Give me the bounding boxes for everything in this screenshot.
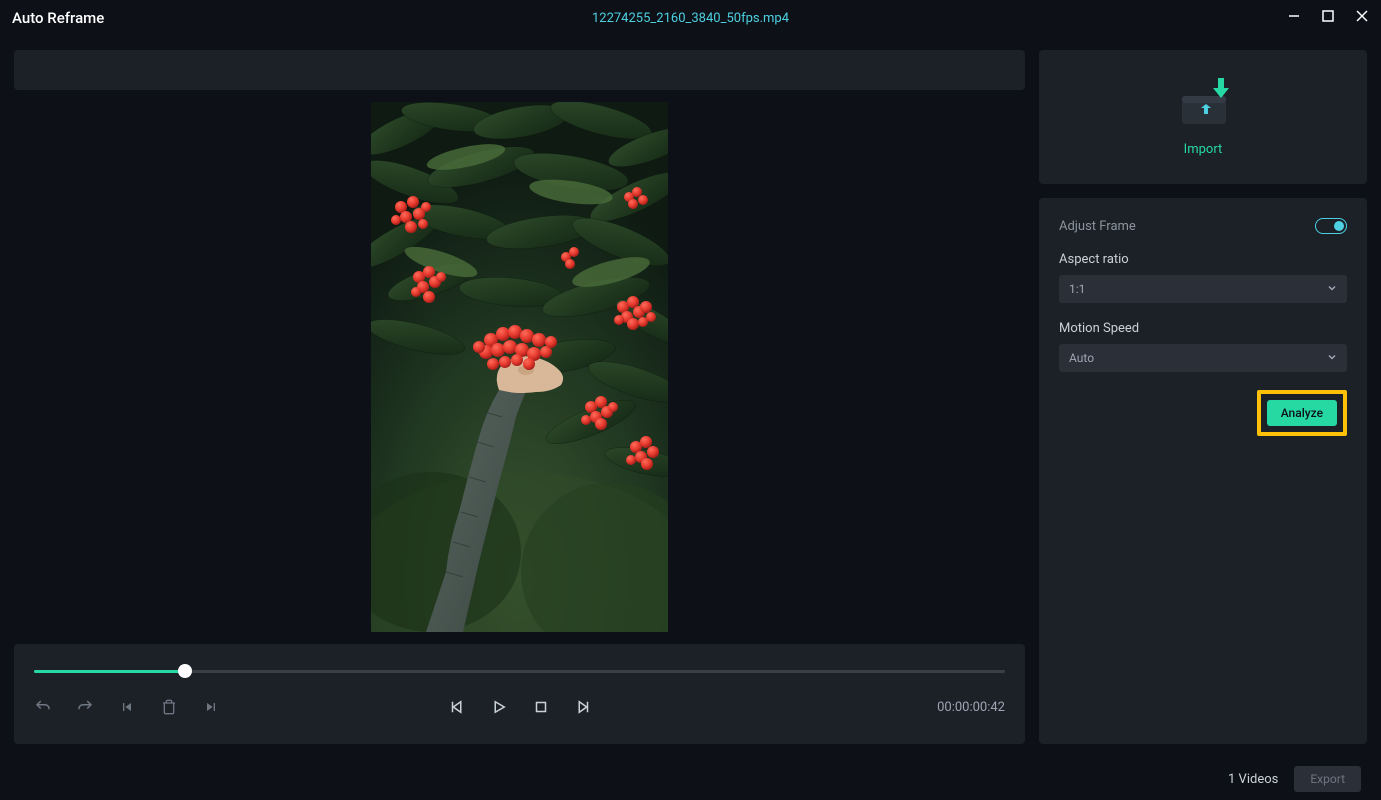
chevron-down-icon: [1327, 352, 1337, 365]
adjust-frame-label: Adjust Frame: [1059, 219, 1136, 234]
left-panel: 00:00:00:42: [14, 50, 1025, 744]
edit-controls: [34, 698, 220, 716]
play-icon[interactable]: [490, 698, 508, 716]
minimize-icon[interactable]: [1287, 9, 1301, 27]
export-button[interactable]: Export: [1294, 766, 1361, 792]
window-controls: [1287, 9, 1369, 27]
maximize-icon[interactable]: [1321, 9, 1335, 27]
settings-panel: Adjust Frame Aspect ratio 1:1 Motion Spe…: [1039, 198, 1367, 744]
aspect-ratio-value: 1:1: [1069, 282, 1085, 296]
aspect-ratio-select[interactable]: 1:1: [1059, 275, 1347, 303]
window-title: Auto Reframe: [12, 9, 104, 27]
chevron-down-icon: [1327, 283, 1337, 296]
stop-icon[interactable]: [532, 698, 550, 716]
skip-end-icon[interactable]: [202, 698, 220, 716]
auto-reframe-window: Auto Reframe 12274255_2160_3840_50fps.mp…: [0, 0, 1381, 800]
aspect-ratio-label: Aspect ratio: [1059, 252, 1347, 267]
content-area: 00:00:00:42 Import Adjust Frame: [0, 36, 1381, 758]
skip-start-icon[interactable]: [118, 698, 136, 716]
timestamp: 00:00:00:42: [937, 700, 1005, 715]
scrubber-thumb[interactable]: [178, 664, 192, 678]
playback-row: 00:00:00:42: [34, 682, 1005, 732]
right-panel: Import Adjust Frame Aspect ratio 1:1 Mot…: [1039, 50, 1367, 744]
close-icon[interactable]: [1355, 9, 1369, 27]
motion-speed-select[interactable]: Auto: [1059, 344, 1347, 372]
import-button[interactable]: Import: [1039, 50, 1367, 184]
analyze-wrap: Analyze: [1059, 390, 1347, 436]
prev-frame-icon[interactable]: [448, 698, 466, 716]
import-label: Import: [1184, 142, 1223, 157]
video-count: 1 Videos: [1228, 772, 1278, 787]
next-frame-icon[interactable]: [574, 698, 592, 716]
filename-label[interactable]: 12274255_2160_3840_50fps.mp4: [592, 11, 789, 26]
redo-icon[interactable]: [76, 698, 94, 716]
titlebar: Auto Reframe 12274255_2160_3840_50fps.mp…: [0, 0, 1381, 36]
toggle-knob: [1334, 221, 1344, 231]
motion-speed-value: Auto: [1069, 351, 1094, 365]
transport-controls: [448, 698, 592, 716]
undo-icon[interactable]: [34, 698, 52, 716]
timeline-scrubber[interactable]: [34, 662, 1005, 682]
video-preview[interactable]: [14, 90, 1025, 644]
top-toolbar: [14, 50, 1025, 90]
footer: 1 Videos Export: [0, 758, 1381, 800]
delete-icon[interactable]: [160, 698, 178, 716]
scrubber-progress: [34, 670, 185, 673]
adjust-frame-toggle[interactable]: [1315, 218, 1347, 234]
playback-controls: 00:00:00:42: [14, 644, 1025, 744]
analyze-button[interactable]: Analyze: [1267, 400, 1337, 426]
adjust-frame-row: Adjust Frame: [1059, 218, 1347, 234]
analyze-highlight: Analyze: [1257, 390, 1347, 436]
import-icon: [1168, 78, 1238, 132]
video-frame: [371, 102, 668, 632]
motion-speed-label: Motion Speed: [1059, 321, 1347, 336]
